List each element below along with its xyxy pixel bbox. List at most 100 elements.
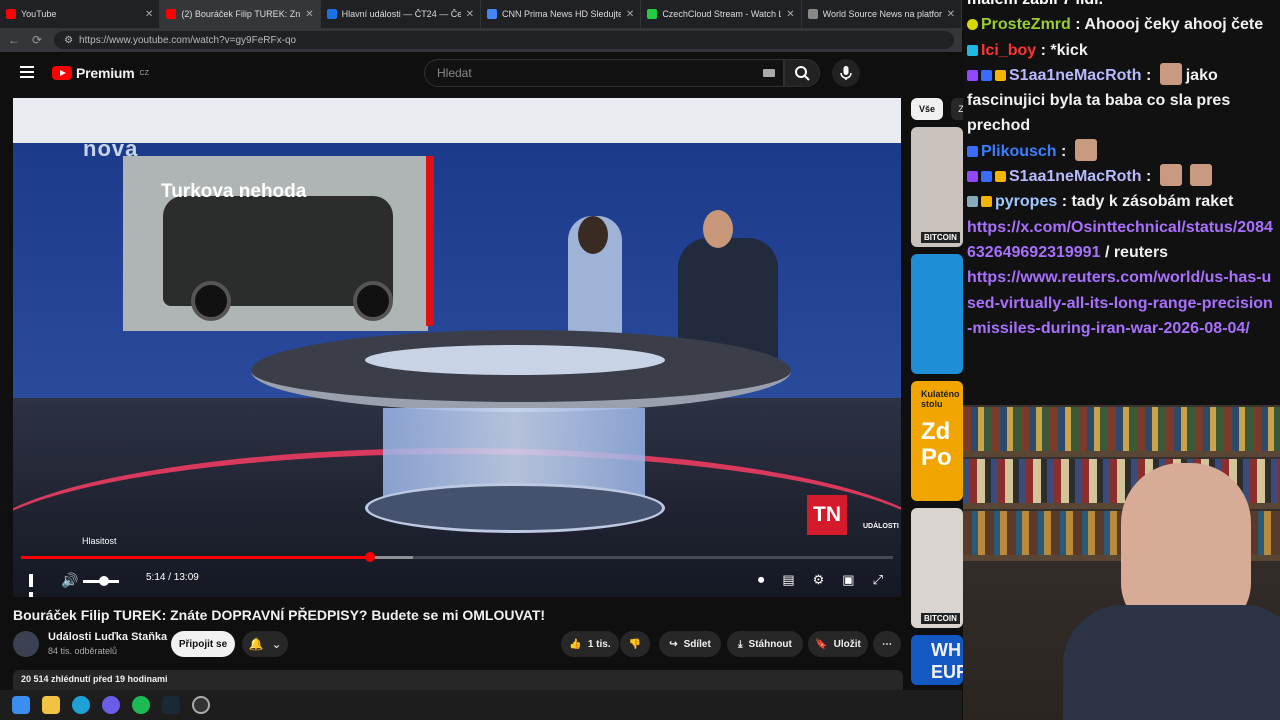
volume-tooltip: Hlasitost [82, 536, 117, 546]
like-count: 1 tis. [587, 638, 611, 650]
chat-link[interactable]: https://www.reuters.com/world/us-has-use… [967, 269, 1273, 337]
bookmark-icon: 🔖 [815, 638, 828, 650]
dislike-button[interactable]: 👎 [620, 631, 650, 657]
close-tab-icon[interactable]: ✕ [626, 9, 634, 20]
recommended-thumbnail[interactable]: Kulaténo stolu Zd Po [911, 381, 963, 501]
recommended-thumbnail[interactable] [911, 254, 963, 374]
wheel-shape [191, 281, 231, 321]
fullscreen-icon[interactable]: ⤢ [873, 572, 883, 588]
streamer-shirt [1063, 605, 1280, 720]
region-code: CZ [139, 69, 149, 77]
close-tab-icon[interactable]: ✕ [786, 9, 794, 20]
steam-icon[interactable] [162, 696, 180, 714]
browser-tab[interactable]: Hlavní události — ČT24 — Česká ✕ [321, 0, 481, 28]
bell-icon: 🔔 [248, 637, 264, 651]
subtitles-icon[interactable]: ▤ [782, 572, 794, 588]
more-actions-button[interactable]: ⋯ [873, 631, 901, 657]
browser-tab-strip: YouTube ✕ (2) Bouráček Filip TUREK: Znáte ✕… [0, 0, 962, 28]
share-button[interactable]: ↪ Sdílet [659, 631, 721, 657]
browser-tab[interactable]: YouTube ✕ [0, 0, 161, 28]
close-tab-icon[interactable]: ✕ [145, 9, 153, 20]
windows-start-icon[interactable] [12, 696, 30, 714]
desk-center [365, 345, 665, 375]
tab-favicon [807, 9, 818, 19]
like-button[interactable]: 👍 1 tis. [561, 631, 619, 657]
recommendations-column: Vše Z BITCOIN Kulaténo stolu Zd Po BITCO… [911, 98, 971, 688]
tab-title: World Source News na platformě [822, 9, 942, 19]
app-icon[interactable] [192, 696, 210, 714]
discord-icon[interactable] [102, 696, 120, 714]
search-button[interactable] [784, 59, 820, 87]
browser-tab[interactable]: CzechCloud Stream - Watch Live ✕ [641, 0, 802, 28]
chat-text: tady k zásobám raket [1071, 193, 1234, 211]
close-tab-icon[interactable]: ✕ [947, 9, 955, 20]
channel-name[interactable]: Události Luďka Staňka [48, 631, 167, 643]
microphone-icon [840, 66, 852, 80]
close-tab-icon[interactable]: ✕ [305, 9, 313, 20]
recommended-thumbnail[interactable]: WH EUR [911, 635, 963, 685]
close-tab-icon[interactable]: ✕ [466, 9, 474, 20]
video-stats: 20 514 zhlédnutí před 19 hodinami [13, 670, 903, 690]
search-placeholder: Hledat [437, 66, 472, 80]
save-button[interactable]: 🔖 Uložit [808, 631, 868, 657]
tab-favicon [326, 9, 337, 19]
menu-icon[interactable] [20, 66, 34, 81]
desk-base [365, 483, 665, 533]
stream-chat: malem zabil 7 lidi. ProsteZmrd : Ahoooj … [963, 0, 1280, 405]
screen-red-bar [426, 156, 434, 326]
recommended-thumbnail[interactable]: BITCOIN [911, 508, 963, 628]
progress-bar[interactable] [21, 552, 893, 562]
tab-favicon [647, 9, 658, 19]
voice-search-button[interactable] [832, 59, 860, 87]
chat-user: S1aa1neMacRoth [1009, 168, 1142, 186]
video-player[interactable]: nova Turkova nehoda TN UDÁLOSTI Hlasitos… [13, 98, 901, 597]
notifications-button[interactable]: 🔔 ⌄ [242, 631, 288, 657]
browser-tab[interactable]: (2) Bouráček Filip TUREK: Znáte ✕ [160, 0, 321, 28]
udalosti-tag: UDÁLOSTI [863, 523, 899, 530]
bookshelf-shelf [963, 451, 1280, 457]
tab-favicon [166, 9, 177, 19]
wheel-shape [353, 281, 393, 321]
chat-user: Plikousch [981, 142, 1057, 160]
url-field[interactable]: ⚙ https://www.youtube.com/watch?v=gy9FeR… [54, 31, 954, 49]
pause-button[interactable] [29, 574, 41, 597]
file-explorer-icon[interactable] [42, 696, 60, 714]
miniplayer-icon[interactable]: ▣ [842, 572, 854, 588]
youtube-logo[interactable]: Premium CZ [52, 65, 149, 81]
chat-text: malem zabil 7 lidi. [967, 0, 1103, 8]
autoplay-toggle-icon[interactable]: ⏺ [758, 572, 765, 588]
settings-gear-icon[interactable]: ⚙ [813, 572, 825, 588]
progress-scrubber[interactable] [364, 552, 375, 562]
keyboard-icon[interactable] [763, 69, 775, 77]
browser-tab[interactable]: World Source News na platformě ✕ [802, 0, 962, 28]
site-info-icon[interactable]: ⚙ [64, 35, 73, 46]
subscriber-count: 84 tis. odběratelů [48, 646, 118, 656]
browser-tab[interactable]: CNN Prima News HD Sledujte na ✕ [481, 0, 642, 28]
search-input[interactable]: Hledat [424, 59, 784, 87]
recommended-thumbnail[interactable]: BITCOIN [911, 127, 963, 247]
spotify-icon[interactable] [132, 696, 150, 714]
chat-message: pyropes : tady k zásobám raket https://x… [967, 193, 1273, 337]
channel-avatar[interactable] [13, 631, 39, 657]
emote-icon [1159, 164, 1182, 187]
emote-icon [1159, 62, 1182, 85]
more-icon: ⋯ [882, 638, 892, 650]
studio-screen: Turkova nehoda [123, 156, 428, 331]
chat-user: ProsteZmrd [981, 16, 1071, 34]
join-button[interactable]: Připojit se [171, 631, 235, 657]
chat-message: ProsteZmrd : Ahoooj čeky ahooj čete [967, 12, 1276, 37]
back-icon[interactable]: ← [8, 33, 20, 47]
edge-browser-icon[interactable] [72, 696, 90, 714]
reload-icon[interactable]: ⟳ [32, 33, 42, 47]
chat-message: malem zabil 7 lidi. [967, 0, 1276, 12]
chip-all[interactable]: Vše [911, 98, 943, 120]
thumbnail-label: BITCOIN [921, 613, 960, 624]
download-button[interactable]: ⤓ Stáhnout [727, 631, 803, 657]
tab-title: Hlavní události — ČT24 — Česká [341, 9, 461, 19]
thumbs-up-icon: 👍 [569, 638, 582, 650]
tab-favicon [486, 9, 497, 19]
volume-icon[interactable]: 🔊 [61, 572, 78, 589]
tab-title: CzechCloud Stream - Watch Live [662, 9, 781, 19]
volume-knob[interactable] [99, 576, 109, 586]
player-controls: 🔊 5:14 / 13:09 ⏺ ▤ ⚙ ▣ ⤢ [13, 566, 901, 597]
